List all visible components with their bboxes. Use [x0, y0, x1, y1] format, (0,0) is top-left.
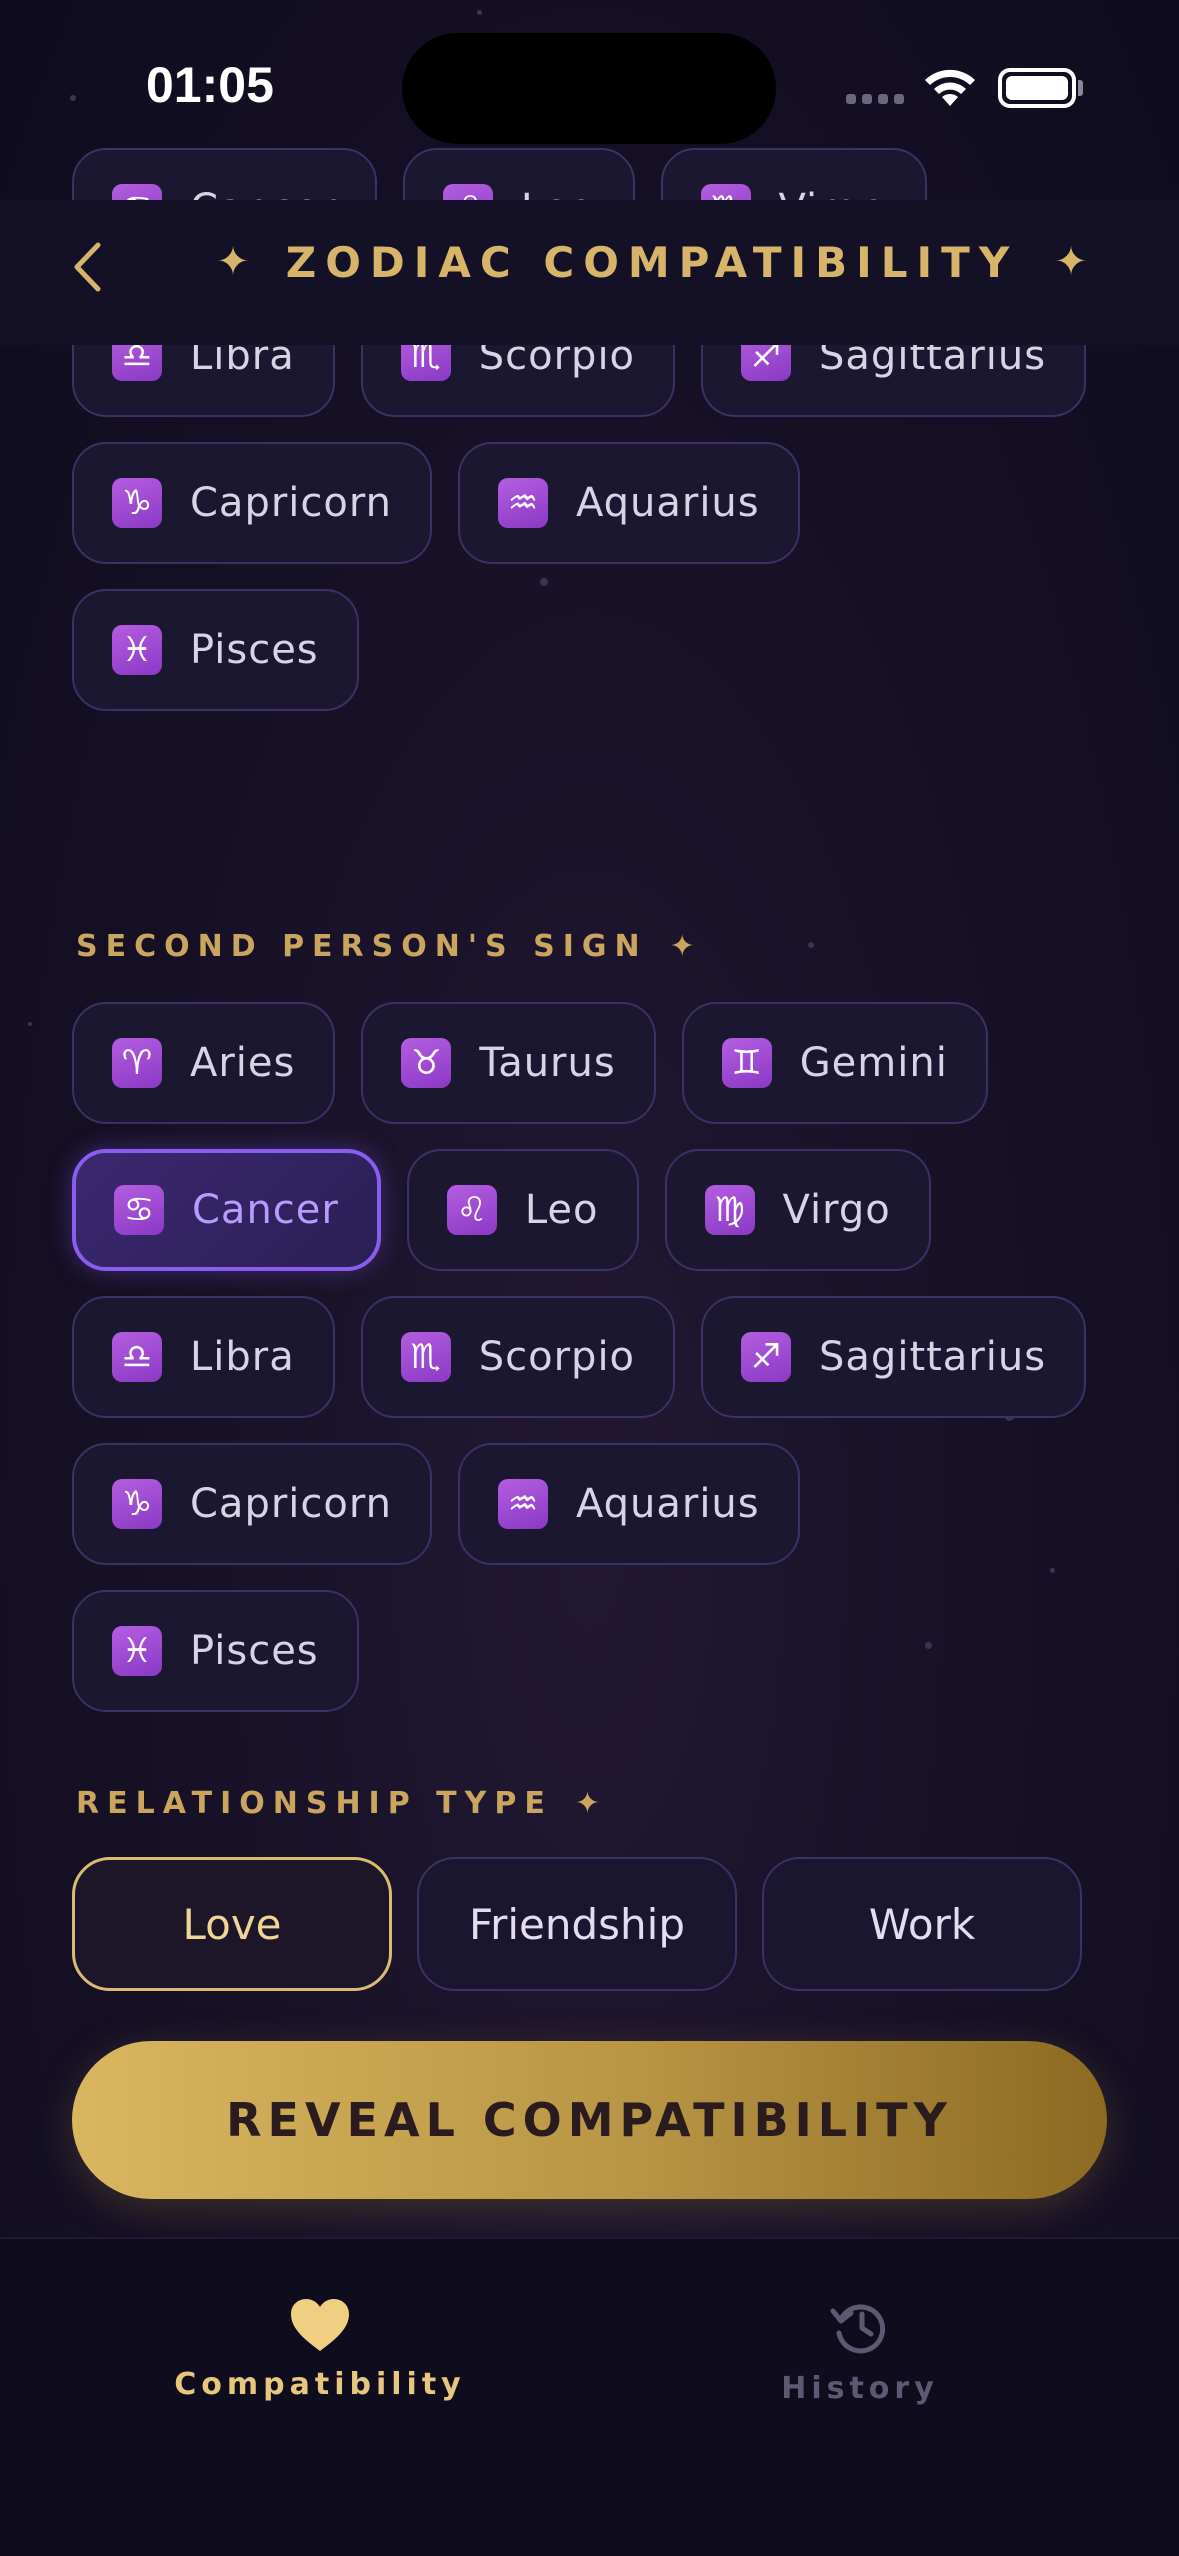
scroll-content[interactable]: ♋ Cancer ♌ Leo ♍ Virgo ♎ Libra ♏ Scorpio ♐ Sagittar… [0, 0, 1179, 2556]
aquarius-icon: ♒ [497, 1479, 548, 1529]
sign-label: Libra [190, 1334, 295, 1380]
aquarius-icon: ♒ [497, 478, 548, 528]
sagittarius-icon: ♐ [741, 1332, 792, 1382]
taurus-icon: ♉ [401, 1038, 452, 1088]
relationship-options: Love Friendship Work [72, 1857, 1082, 1991]
second-sign-heading: SECOND PERSON'S SIGN ✦ [76, 929, 695, 964]
pisces-icon: ♓ [112, 625, 162, 675]
second-sign-grid: ♈ Aries ♉ Taurus ♊ Gemini ♋ Cancer ♌ Leo ♍ Virgo ♎ Li… [72, 1002, 1112, 1712]
first-sign-chip-aquarius[interactable]: ♒ Aquarius [457, 442, 800, 564]
sign-label: Sagittarius [819, 1334, 1047, 1380]
heart-icon [291, 2299, 349, 2351]
tab-bar: Compatibility History [0, 2237, 1179, 2556]
second-sign-chip-aries[interactable]: ♈ Aries [72, 1002, 336, 1124]
virgo-icon: ♍ [704, 1185, 755, 1235]
reveal-compatibility-button[interactable]: REVEAL COMPATIBILITY [72, 2041, 1107, 2199]
sparkle-icon: ✦ [669, 929, 695, 964]
leo-icon: ♌ [446, 1185, 497, 1235]
tab-history[interactable]: History [660, 2297, 1060, 2406]
sign-label: Gemini [799, 1040, 948, 1086]
sign-label: Aquarius [575, 1481, 760, 1527]
sign-label: Aquarius [575, 480, 760, 526]
sparkle-icon: ✦ [216, 239, 250, 285]
gemini-icon: ♊ [721, 1038, 772, 1088]
reveal-button-label: REVEAL COMPATIBILITY [226, 2093, 953, 2147]
sparkle-icon: ✦ [1054, 239, 1088, 285]
second-sign-chip-capricorn[interactable]: ♑ Capricorn [72, 1443, 432, 1565]
first-sign-chip-pisces[interactable]: ♓ Pisces [72, 589, 359, 711]
chevron-left-icon [74, 242, 101, 292]
sign-label: Pisces [190, 1628, 319, 1674]
cancer-icon: ♋ [114, 1185, 164, 1235]
second-sign-chip-cancer[interactable]: ♋ Cancer [72, 1149, 381, 1271]
relationship-work-button[interactable]: Work [762, 1857, 1082, 1991]
second-sign-chip-aquarius[interactable]: ♒ Aquarius [457, 1443, 800, 1565]
capricorn-icon: ♑ [112, 478, 162, 528]
sign-label: Pisces [190, 627, 319, 673]
second-sign-chip-sagittarius[interactable]: ♐ Sagittarius [701, 1296, 1087, 1418]
sign-label: Aries [190, 1040, 296, 1086]
sign-label: Capricorn [190, 480, 392, 526]
sign-label: Capricorn [190, 1481, 392, 1527]
scorpio-icon: ♏ [400, 1332, 451, 1382]
page-title: ZODIAC COMPATIBILITY [285, 237, 1019, 287]
second-sign-chip-taurus[interactable]: ♉ Taurus [361, 1002, 656, 1124]
sign-label: Taurus [479, 1040, 616, 1086]
second-sign-chip-leo[interactable]: ♌ Leo [406, 1149, 639, 1271]
sign-label: Virgo [782, 1187, 891, 1233]
second-sign-chip-pisces[interactable]: ♓ Pisces [72, 1590, 359, 1712]
second-sign-chip-scorpio[interactable]: ♏ Scorpio [360, 1296, 676, 1418]
relationship-heading: RELATIONSHIP TYPE ✦ [76, 1786, 600, 1821]
libra-icon: ♎ [112, 1332, 162, 1382]
nav-header: ✦ ZODIAC COMPATIBILITY ✦ [0, 200, 1179, 345]
second-sign-chip-virgo[interactable]: ♍ Virgo [664, 1149, 931, 1271]
history-icon [830, 2304, 886, 2354]
sign-label: Scorpio [478, 1334, 636, 1380]
tab-compatibility[interactable]: Compatibility [120, 2297, 520, 2402]
first-sign-chip-capricorn[interactable]: ♑ Capricorn [72, 442, 432, 564]
second-sign-chip-libra[interactable]: ♎ Libra [72, 1296, 335, 1418]
pisces-icon: ♓ [112, 1626, 162, 1676]
relationship-friendship-button[interactable]: Friendship [417, 1857, 737, 1991]
relationship-love-button[interactable]: Love [72, 1857, 392, 1991]
back-button[interactable] [62, 232, 112, 302]
sparkle-icon: ✦ [574, 1786, 600, 1821]
sign-label: Leo [524, 1187, 599, 1233]
aries-icon: ♈ [112, 1038, 162, 1088]
capricorn-icon: ♑ [112, 1479, 162, 1529]
sign-label: Cancer [192, 1187, 339, 1233]
second-sign-chip-gemini[interactable]: ♊ Gemini [681, 1002, 988, 1124]
